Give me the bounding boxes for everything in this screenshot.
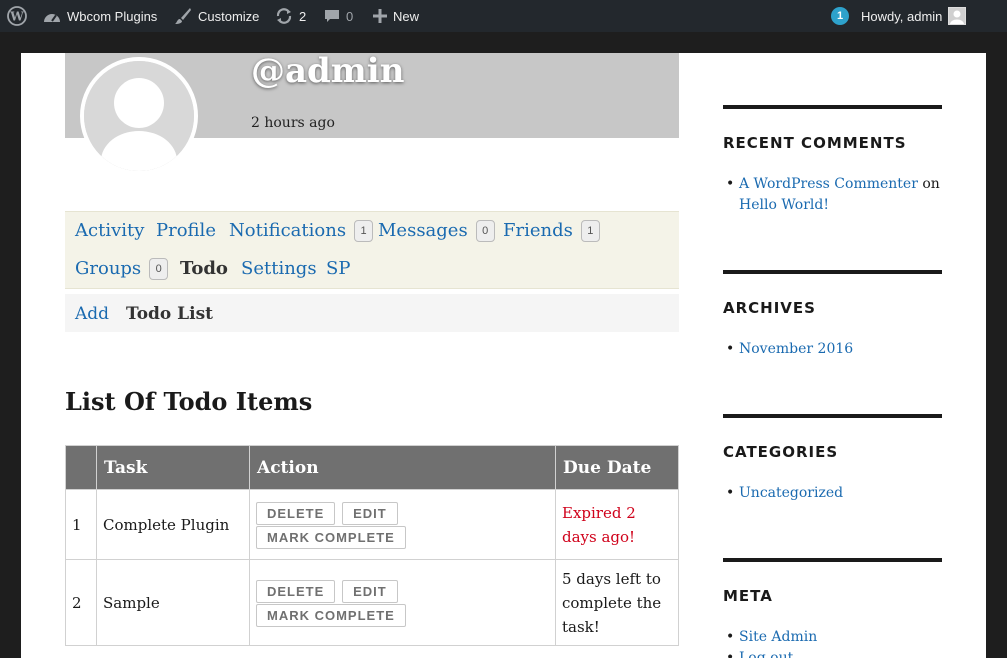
list-item: Site Admin [723, 627, 942, 648]
row-number: 2 [65, 559, 97, 646]
subnav-todo-list[interactable]: Todo List [126, 303, 213, 325]
comment-icon [325, 10, 339, 22]
nav-settings[interactable]: Settings [241, 258, 317, 280]
logout-link[interactable]: Log out [739, 650, 793, 658]
groups-count-badge: 0 [149, 258, 169, 280]
site-name-menu[interactable]: Wbcom Plugins [43, 0, 157, 32]
table-row: 2 Sample DELETE EDIT MARK COMPLETE 5 day… [65, 559, 679, 646]
comment-post-link[interactable]: Hello World! [739, 197, 829, 213]
widget-title: ARCHIVES [723, 299, 816, 317]
messages-count-badge: 0 [475, 220, 495, 242]
row-number: 1 [65, 489, 97, 560]
comments-count: 0 [346, 8, 354, 24]
nav-groups[interactable]: Groups 0 [75, 258, 169, 280]
nav-todo[interactable]: Todo [180, 258, 228, 280]
widget-categories: CATEGORIES Uncategorized [723, 414, 942, 504]
dashboard-icon [44, 14, 60, 22]
site-name-label: Wbcom Plugins [67, 8, 158, 24]
due-date: 5 days left to complete the task! [555, 559, 679, 646]
edit-button[interactable]: EDIT [342, 501, 398, 525]
list-item: Log out [723, 648, 942, 658]
customize-label: Customize [198, 8, 260, 24]
col-task-header: Task [96, 445, 250, 490]
friends-count-badge: 1 [580, 220, 600, 242]
new-label: New [393, 8, 420, 24]
notifications-count-badge: 1 [354, 220, 374, 242]
action-cell: DELETE EDIT MARK COMPLETE [249, 559, 556, 646]
nav-groups-label: Groups [75, 258, 142, 279]
comments-menu[interactable]: 0 [324, 0, 353, 32]
customize-menu[interactable]: Customize [174, 0, 259, 32]
col-action-header: Action [249, 445, 556, 490]
notification-count-badge: 1 [831, 7, 849, 25]
widget-archives: ARCHIVES November 2016 [723, 270, 942, 360]
todo-list-heading: List Of Todo Items [65, 387, 313, 416]
nav-settings-label: Settings [241, 258, 317, 279]
paintbrush-icon [175, 8, 191, 24]
due-date: Expired 2 days ago! [555, 489, 679, 560]
list-item: Uncategorized [723, 483, 942, 504]
profile-primary-nav: Activity Profile Notifications 1 Messages… [65, 211, 679, 289]
widget-title: META [723, 587, 773, 605]
page-content: @admin 2 hours ago Activity Profile Noti… [21, 53, 986, 658]
updates-count: 2 [299, 8, 307, 24]
comment-on-text: on [922, 176, 940, 192]
nav-notifications-label: Notifications [229, 220, 347, 241]
list-item: A WordPress Commenter on Hello World! [723, 174, 942, 216]
my-account-menu[interactable]: Howdy, admin [861, 0, 967, 32]
admin-avatar-icon [948, 7, 967, 25]
mark-complete-button[interactable]: MARK COMPLETE [256, 603, 406, 627]
archive-link[interactable]: November 2016 [739, 341, 853, 357]
widget-recent-comments: RECENT COMMENTS A WordPress Commenter on… [723, 105, 942, 216]
col-due-date-header: Due Date [555, 445, 679, 490]
profile-avatar[interactable] [80, 57, 198, 175]
task-name: Complete Plugin [96, 489, 250, 560]
widget-meta: META Site Admin Log out [723, 558, 942, 658]
default-user-icon [84, 61, 194, 171]
widget-title: RECENT COMMENTS [723, 134, 907, 152]
comment-author-link[interactable]: A WordPress Commenter [739, 176, 918, 192]
nav-sp-label: SP [326, 258, 351, 279]
admin-bar: W Wbcom Plugins Customize 2 0 New 1 Howd… [0, 0, 1007, 32]
table-header-row: Task Action Due Date [65, 445, 679, 490]
nav-friends-label: Friends [503, 220, 573, 241]
task-name: Sample [96, 559, 250, 646]
howdy-label: Howdy, admin [861, 8, 943, 24]
site-admin-link[interactable]: Site Admin [739, 629, 817, 645]
nav-sp[interactable]: SP [326, 258, 350, 280]
table-row: 1 Complete Plugin DELETE EDIT MARK COMPL… [65, 489, 679, 560]
delete-button[interactable]: DELETE [256, 501, 336, 525]
edit-button[interactable]: EDIT [342, 579, 398, 603]
subnav-add[interactable]: Add [75, 303, 109, 325]
mark-complete-button[interactable]: MARK COMPLETE [256, 525, 406, 549]
updates-icon [276, 8, 292, 24]
nav-todo-label: Todo [180, 258, 228, 279]
profile-username: @admin [251, 53, 405, 91]
nav-friends[interactable]: Friends 1 [503, 220, 600, 242]
nav-activity[interactable]: Activity [75, 220, 144, 242]
col-number-header [65, 445, 97, 490]
action-cell: DELETE EDIT MARK COMPLETE [249, 489, 556, 560]
nav-notifications[interactable]: Notifications 1 [229, 220, 374, 242]
nav-messages[interactable]: Messages 0 [378, 220, 495, 242]
notifications-menu[interactable]: 1 [831, 0, 849, 32]
delete-button[interactable]: DELETE [256, 579, 336, 603]
nav-profile-label: Profile [156, 220, 216, 241]
wordpress-logo-icon[interactable]: W [7, 0, 27, 32]
updates-menu[interactable]: 2 [275, 0, 306, 32]
widget-title: CATEGORIES [723, 443, 839, 461]
list-item: November 2016 [723, 339, 942, 360]
nav-profile[interactable]: Profile [156, 220, 216, 242]
nav-messages-label: Messages [378, 220, 468, 241]
svg-text:W: W [9, 10, 24, 24]
last-active-time: 2 hours ago [251, 115, 335, 131]
profile-sub-nav: Add Todo List [65, 294, 679, 332]
new-content-menu[interactable]: New [373, 0, 419, 32]
nav-activity-label: Activity [75, 220, 145, 241]
category-link[interactable]: Uncategorized [739, 485, 843, 501]
plus-icon [373, 9, 387, 23]
todo-table: Task Action Due Date 1 Complete Plugin D… [65, 445, 679, 646]
